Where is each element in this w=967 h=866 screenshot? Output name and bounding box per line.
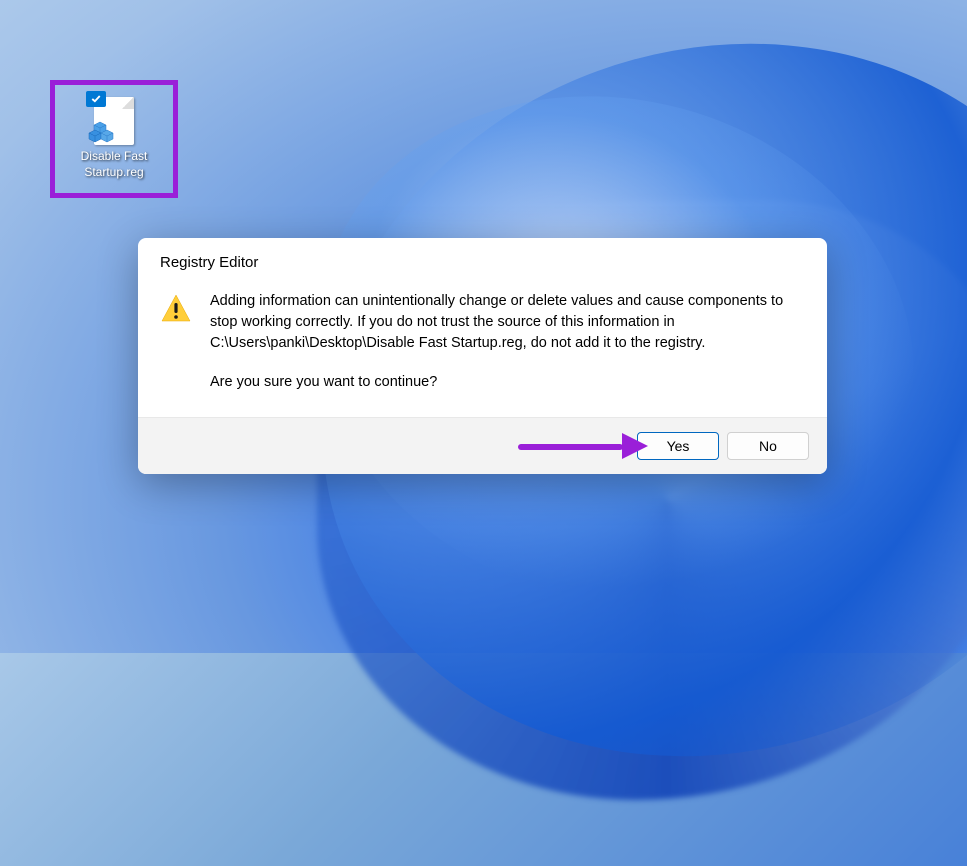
dialog-title: Registry Editor	[138, 238, 827, 281]
dialog-warning-text: Adding information can unintentionally c…	[210, 291, 805, 354]
no-button[interactable]: No	[727, 432, 809, 460]
desktop-file-icon[interactable]: Disable Fast Startup.reg	[55, 93, 173, 184]
reg-file-icon	[94, 97, 134, 145]
dialog-button-bar: Yes No	[138, 417, 827, 474]
checkmark-badge-icon	[86, 91, 106, 107]
desktop-icon-label: Disable Fast Startup.reg	[59, 149, 169, 180]
warning-icon	[160, 293, 192, 325]
yes-button[interactable]: Yes	[637, 432, 719, 460]
registry-editor-dialog: Registry Editor Adding information can u…	[138, 238, 827, 474]
registry-cubes-icon	[88, 121, 114, 143]
dialog-message: Adding information can unintentionally c…	[210, 291, 805, 393]
annotation-arrow	[518, 436, 648, 456]
dialog-confirm-text: Are you sure you want to continue?	[210, 372, 805, 393]
annotation-highlight-box: Disable Fast Startup.reg	[50, 80, 178, 198]
